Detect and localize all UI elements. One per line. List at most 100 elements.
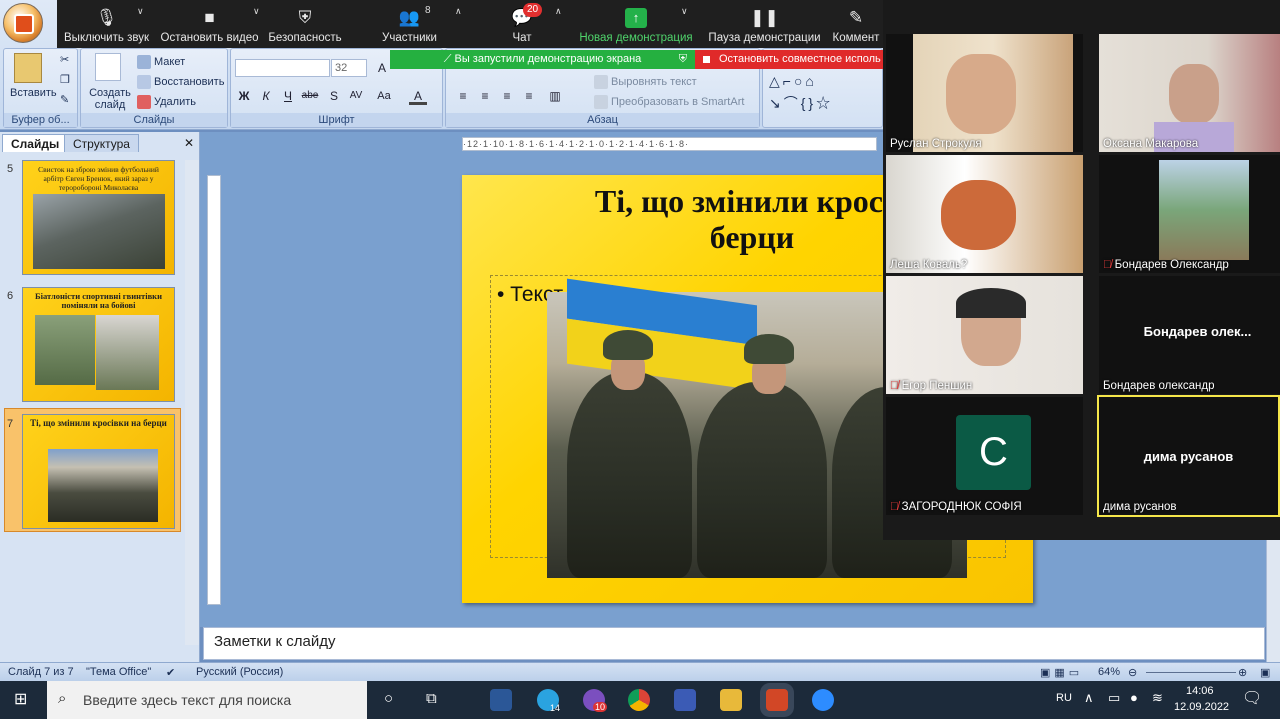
windows-start-icon[interactable]: ⊞ — [14, 689, 34, 709]
mute-options-chevron-icon[interactable]: ∨ — [137, 6, 144, 17]
participant-tile[interactable]: С 🎙̸ ЗАГОРОДНЮК СОФІЯ — [886, 397, 1083, 515]
notifications-icon[interactable]: 🗨 — [1242, 688, 1262, 708]
network-icon[interactable]: ▭ — [1108, 690, 1120, 706]
paste-icon[interactable] — [14, 53, 42, 83]
tray-chevron-icon[interactable]: ∧ — [1084, 690, 1094, 706]
thumb-number: 6 — [7, 290, 14, 302]
office-button[interactable] — [3, 3, 43, 43]
smartart-button[interactable]: Преобразовать в SmartArt — [594, 95, 744, 109]
align-center-icon[interactable]: ≡ — [476, 87, 494, 105]
video-options-chevron-icon[interactable]: ∨ — [253, 6, 260, 17]
participants-button[interactable]: 👥 Участники — [372, 0, 447, 48]
new-slide-icon[interactable] — [95, 53, 121, 81]
new-share-button[interactable]: ↑ Новая демонстрация — [577, 0, 695, 48]
slide-thumbnail-6[interactable]: Біатлоністи спортивні гвинтівки поміняли… — [22, 287, 175, 402]
stop-share-button[interactable]: Остановить совместное исполь — [695, 50, 883, 69]
chat-button[interactable]: 💬 Чат — [487, 0, 557, 48]
cortana-icon[interactable]: ○ — [384, 690, 393, 707]
spacing-button[interactable]: AV — [347, 87, 365, 105]
slides-pane-scrollbar[interactable] — [185, 160, 199, 645]
wifi-icon[interactable]: ≋ — [1152, 690, 1163, 706]
new-share-label: Новая демонстрация — [579, 32, 693, 44]
chrome-icon[interactable] — [628, 689, 650, 711]
word-icon[interactable] — [490, 689, 512, 711]
columns-icon[interactable]: ▥ — [546, 87, 564, 105]
security-label: Безопасность — [268, 32, 342, 44]
strike-button[interactable]: abe — [301, 87, 319, 105]
cut-icon[interactable]: ✂ — [60, 53, 69, 66]
vertical-ruler[interactable] — [207, 175, 221, 605]
search-icon: ⌕ — [58, 690, 67, 707]
view-buttons-icon[interactable]: ▣▦▭ — [1040, 666, 1083, 679]
horizontal-ruler[interactable]: ·12·1·10·1·8·1·6·1·4·1·2·1·0·1·2·1·4·1·6… — [462, 137, 877, 151]
share-options-chevron-icon[interactable]: ∨ — [681, 6, 688, 17]
participant-tile[interactable]: Руслан Строкуля — [886, 34, 1083, 152]
justify-icon[interactable]: ≡ — [520, 87, 538, 105]
participant-name: 🎙̸ ЗАГОРОДНЮК СОФІЯ — [890, 501, 1022, 513]
microphone-tray-icon[interactable]: ● — [1130, 690, 1138, 705]
chat-options-chevron-icon[interactable]: ∧ — [555, 6, 562, 17]
participant-tile[interactable]: Бондарев олек... Бондарев олександр — [1099, 276, 1280, 394]
underline-button[interactable]: Ч — [279, 87, 297, 105]
editor-vertical-scrollbar[interactable] — [1266, 520, 1280, 662]
align-text-button[interactable]: Выровнять текст — [594, 75, 697, 89]
close-pane-icon[interactable]: ✕ — [184, 136, 194, 150]
shield-check-icon: ⛨ — [678, 53, 687, 65]
font-name-combo[interactable] — [235, 59, 330, 77]
shapes-gallery-row2-icon[interactable]: ↘︎⌒{}☆ — [769, 93, 833, 113]
participant-avatar: С — [956, 415, 1031, 490]
zoom-slider[interactable] — [1146, 672, 1236, 673]
pause-share-button[interactable]: ❚❚ Пауза демонстрации — [702, 0, 827, 48]
new-slide-button[interactable]: Создать слайд — [89, 87, 131, 111]
participants-options-chevron-icon[interactable]: ∧ — [455, 6, 462, 17]
italic-button[interactable]: К — [257, 87, 275, 105]
notes-area[interactable]: Заметки к слайду — [203, 627, 1265, 660]
slide-thumbnail-7[interactable]: Ті, що змінили кросівки на берци — [22, 414, 175, 529]
bold-button[interactable]: Ж — [235, 87, 253, 105]
spellcheck-icon[interactable]: ✔ — [166, 666, 175, 679]
zoom-level[interactable]: 64% — [1098, 666, 1120, 678]
save-disk-icon[interactable] — [674, 689, 696, 711]
delete-slide-button[interactable]: Удалить — [137, 95, 196, 109]
participant-name: Леша Коваль? — [890, 259, 968, 271]
zoom-in-icon[interactable]: ⊕ — [1238, 666, 1247, 679]
tab-slides[interactable]: Слайды — [2, 134, 69, 152]
clock-date[interactable]: 12.09.2022 — [1174, 701, 1229, 713]
participant-tile[interactable]: 🎙̸ Егор Пеншин — [886, 276, 1083, 394]
theme-name[interactable]: "Тема Office" — [86, 666, 151, 678]
font-size-combo[interactable]: 32 — [331, 59, 367, 77]
slide-thumbnail-5[interactable]: Свисток на зброю змінив футбольний арбіт… — [22, 160, 175, 275]
copy-icon[interactable]: ❐ — [60, 73, 70, 86]
fit-window-icon[interactable]: ▣ — [1260, 666, 1270, 679]
layout-icon — [137, 55, 151, 69]
taskbar-search-input[interactable]: Введите здесь текст для поиска — [47, 681, 367, 719]
font-color-button[interactable]: A — [409, 87, 427, 105]
task-view-icon[interactable]: ⧉ — [426, 690, 437, 707]
participant-tile-active-speaker[interactable]: дима русанов дима русанов — [1097, 395, 1280, 517]
annotate-button[interactable]: ✎ Коммент — [829, 0, 883, 48]
layout-button[interactable]: Макет — [137, 55, 185, 69]
case-button[interactable]: Aa — [375, 87, 393, 105]
paste-button[interactable]: Вставить — [10, 87, 57, 99]
zoom-app-icon[interactable] — [812, 689, 834, 711]
stop-video-button[interactable]: ■ Остановить видео — [157, 0, 262, 48]
shadow-button[interactable]: S — [325, 87, 343, 105]
align-left-icon[interactable]: ≡ — [454, 87, 472, 105]
align-right-icon[interactable]: ≡ — [498, 87, 516, 105]
language-indicator[interactable]: Русский (Россия) — [196, 666, 283, 678]
tab-outline[interactable]: Структура — [64, 134, 139, 152]
zoom-out-icon[interactable]: ⊖ — [1128, 666, 1137, 679]
reset-button[interactable]: Восстановить — [137, 75, 224, 89]
shield-icon: ⛨ — [298, 8, 312, 27]
file-explorer-icon[interactable] — [720, 689, 742, 711]
shapes-gallery-icon[interactable]: △⌐○⌂ — [769, 73, 817, 90]
grow-font-button[interactable]: A — [373, 59, 391, 77]
participant-tile[interactable]: Оксана Макарова — [1099, 34, 1280, 152]
clock-time[interactable]: 14:06 — [1186, 685, 1214, 697]
participant-tile[interactable]: 🎙̸ Бондарев Олександр — [1099, 155, 1280, 273]
input-language[interactable]: RU — [1056, 692, 1072, 704]
security-button[interactable]: ⛨ Безопасность — [265, 0, 345, 48]
powerpoint-icon[interactable] — [766, 689, 788, 711]
format-painter-icon[interactable]: ✎ — [60, 93, 69, 106]
participant-tile[interactable]: Леша Коваль? — [886, 155, 1083, 273]
